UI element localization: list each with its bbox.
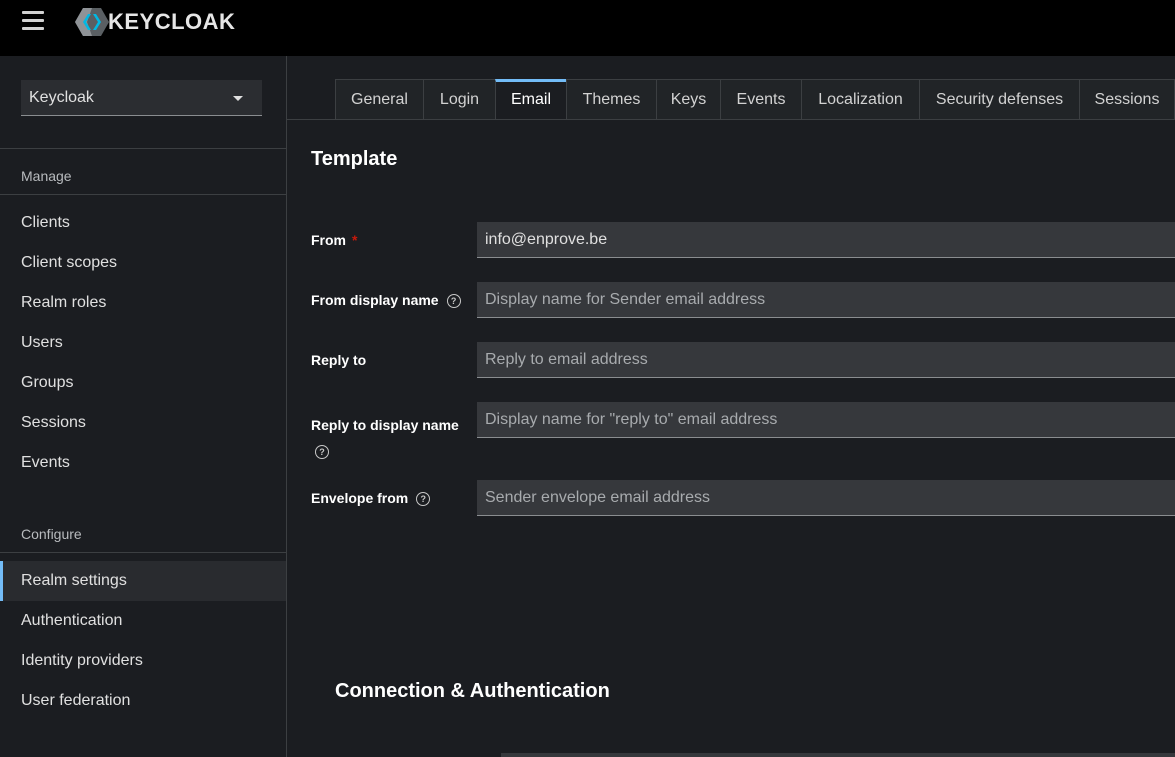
realm-settings-tabs: General Login Email Themes Keys Events L… — [287, 56, 1175, 120]
sidebar: Keycloak Manage Clients Client scopes Re… — [0, 56, 287, 757]
hamburger-menu-icon[interactable] — [22, 11, 44, 31]
label-from-text: From — [311, 232, 346, 248]
tab-email[interactable]: Email — [495, 79, 567, 119]
keycloak-logo-icon — [75, 8, 109, 36]
nav-item-realm-settings[interactable]: Realm settings — [0, 561, 286, 601]
nav-item-realm-roles[interactable]: Realm roles — [0, 283, 286, 323]
tab-localization[interactable]: Localization — [801, 79, 920, 119]
nav-item-clients[interactable]: Clients — [0, 203, 286, 243]
label-from-display-name: From display name? — [311, 292, 461, 309]
next-field-edge — [501, 753, 1175, 757]
label-envelope-from: Envelope from? — [311, 490, 431, 507]
from-display-name-input[interactable] — [477, 282, 1175, 318]
label-envelope-from-text: Envelope from — [311, 490, 409, 506]
nav-item-identity-providers[interactable]: Identity providers — [0, 641, 286, 681]
section-title-connection: Connection & Authentication — [335, 680, 610, 702]
label-reply-to: Reply to — [311, 352, 367, 368]
realm-name: Keycloak — [29, 89, 94, 106]
label-from: From * — [311, 232, 357, 248]
envelope-from-input[interactable] — [477, 480, 1175, 516]
nav-item-sessions[interactable]: Sessions — [0, 403, 286, 443]
tab-general[interactable]: General — [335, 79, 424, 119]
required-indicator: * — [352, 232, 358, 248]
nav-divider — [0, 194, 286, 195]
nav-item-client-scopes[interactable]: Client scopes — [0, 243, 286, 283]
nav-divider — [0, 148, 286, 149]
tab-events[interactable]: Events — [720, 79, 802, 119]
email-settings-form: Template From * From display name? Reply … — [287, 120, 1175, 757]
nav-item-authentication[interactable]: Authentication — [0, 601, 286, 641]
nav-section-configure: Configure — [21, 526, 82, 542]
from-input[interactable] — [477, 222, 1175, 258]
label-reply-to-display-name: Reply to display name? — [311, 412, 461, 464]
label-from-display-name-text: From display name — [311, 292, 439, 308]
reply-to-input[interactable] — [477, 342, 1175, 378]
tab-keys[interactable]: Keys — [656, 79, 721, 119]
tab-security-defenses[interactable]: Security defenses — [919, 79, 1080, 119]
nav-item-user-federation[interactable]: User federation — [0, 681, 286, 721]
brand-name: KEYCLOAK — [108, 9, 236, 34]
tab-themes[interactable]: Themes — [566, 79, 657, 119]
help-icon[interactable]: ? — [315, 445, 329, 460]
tab-login[interactable]: Login — [423, 79, 496, 119]
tab-sessions[interactable]: Sessions — [1079, 79, 1175, 119]
masthead: KEYCLOAK — [0, 0, 1175, 56]
nav-item-users[interactable]: Users — [0, 323, 286, 363]
nav-item-groups[interactable]: Groups — [0, 363, 286, 403]
nav-section-manage: Manage — [21, 168, 72, 184]
label-reply-to-display-name-text: Reply to display name — [311, 417, 459, 433]
reply-to-display-name-input[interactable] — [477, 402, 1175, 438]
help-icon[interactable]: ? — [416, 492, 431, 507]
help-icon[interactable]: ? — [446, 294, 461, 309]
keycloak-logo[interactable]: KEYCLOAK — [74, 6, 235, 38]
caret-down-icon — [233, 96, 243, 101]
section-title-template: Template — [311, 148, 398, 170]
nav-divider — [0, 552, 286, 553]
realm-selector[interactable]: Keycloak — [21, 80, 262, 116]
nav-item-events[interactable]: Events — [0, 443, 286, 483]
